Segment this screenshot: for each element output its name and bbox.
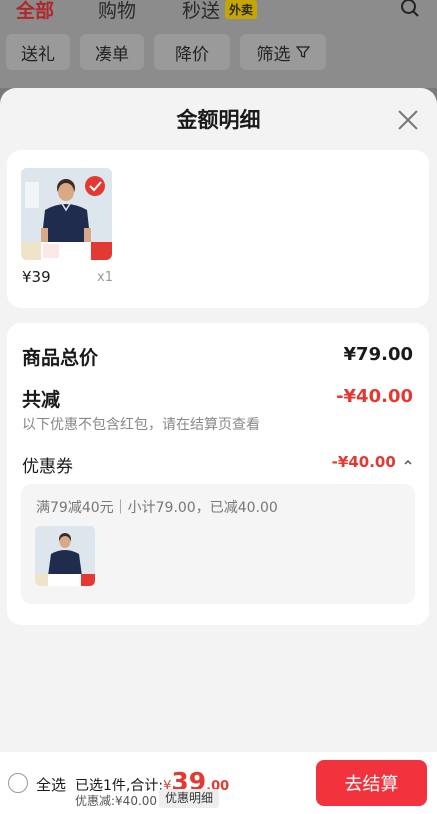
chip-filter-label: 筛选 (256, 44, 291, 65)
total-reduce-value: -¥40.00 (336, 386, 413, 407)
tab-all[interactable]: 全部 (16, 0, 54, 23)
filter-icon (295, 46, 310, 58)
coupon-label: 优惠券 (22, 457, 73, 477)
discount-detail-button[interactable]: 优惠明细 (159, 789, 220, 808)
select-all-radio[interactable] (8, 773, 28, 793)
discount-summary: 优惠减:¥40.00 (75, 794, 158, 808)
checkout-button[interactable]: 去结算 (316, 760, 427, 806)
search-icon[interactable] (400, 0, 420, 18)
page-header-dimmed: 全部 购物 秒送 外卖 送礼 凑单 降价 筛选 (0, 0, 437, 88)
checkout-bar: 全选 已选1件,合计:¥39.00 优惠减:¥40.00 优惠明细 去结算 (0, 752, 437, 814)
waimai-badge: 外卖 (225, 0, 258, 19)
chip-bundle[interactable]: 凑单 (80, 34, 144, 70)
total-price-label: 商品总价 (22, 347, 99, 369)
amount-summary-card: 商品总价 ¥79.00 共减 -¥40.00 以下优惠不包含红包，请在结算页查看… (7, 323, 429, 625)
close-icon[interactable] (396, 108, 420, 132)
coupon-product-thumbnail[interactable] (35, 526, 95, 586)
top-tabs: 全部 购物 秒送 外卖 (0, 0, 437, 24)
filter-chips: 送礼 凑单 降价 筛选 (6, 34, 326, 70)
chip-gift[interactable]: 送礼 (6, 34, 70, 70)
select-all-label[interactable]: 全选 (36, 774, 66, 795)
discount-hint: 以下优惠不包含红包，请在结算页查看 (22, 417, 260, 433)
total-price-value: ¥79.00 (343, 344, 413, 365)
product-thumbnail[interactable] (21, 168, 112, 260)
chip-bundle-label: 凑单 (95, 44, 129, 65)
product-price: ¥39 (22, 268, 51, 286)
amount-detail-sheet: 金额明细 ¥39 x1 商品总价 ¥79.00 共减 -¥40.00 以下优惠不… (0, 88, 437, 814)
coupon-detail-box: 满79减40元｜小计79.00，已减40.00 (21, 484, 415, 604)
checkout-button-label: 去结算 (344, 774, 399, 795)
chip-price-drop-label: 降价 (175, 44, 209, 65)
chip-gift-label: 送礼 (21, 44, 55, 65)
coupon-product-image (35, 526, 95, 586)
tab-instant-delivery[interactable]: 秒送 (182, 0, 220, 23)
coupon-value: -¥40.00 (331, 453, 396, 471)
coupon-rule: 满79减40元｜小计79.00，已减40.00 (36, 500, 278, 516)
product-card: ¥39 x1 (7, 150, 429, 308)
total-reduce-label: 共减 (22, 389, 61, 411)
coupon-toggle[interactable]: -¥40.00 (332, 453, 413, 471)
product-quantity: x1 (97, 270, 113, 285)
chip-price-drop[interactable]: 降价 (154, 34, 230, 70)
sheet-title: 金额明细 (176, 108, 261, 132)
chip-filter[interactable]: 筛选 (240, 34, 326, 70)
tab-shopping[interactable]: 购物 (98, 0, 136, 23)
chevron-up-icon (404, 459, 412, 465)
product-image (21, 168, 112, 260)
